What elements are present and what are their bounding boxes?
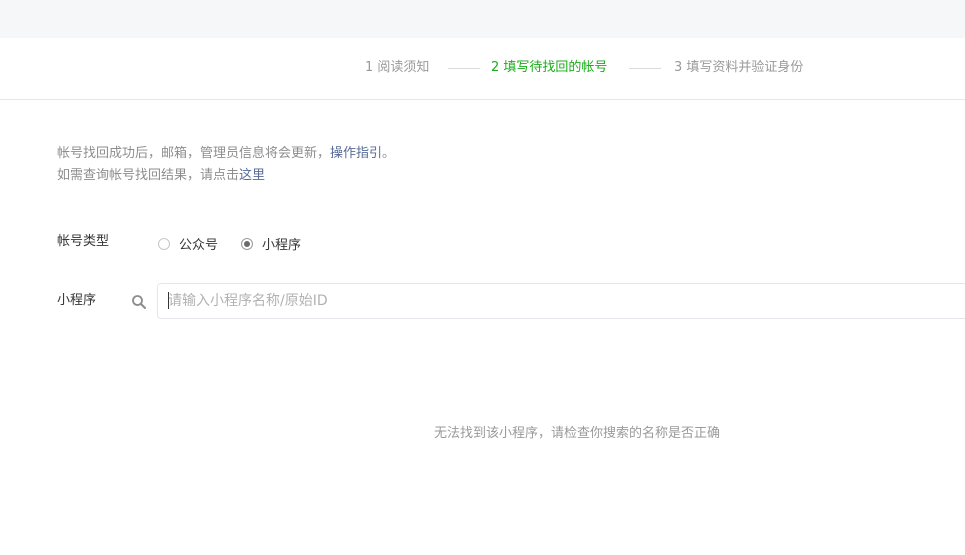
mini-program-search-input[interactable]: [157, 283, 965, 319]
step-read-notice: 1 阅读须知: [365, 60, 430, 75]
operation-guide-link[interactable]: 操作指引: [330, 146, 382, 161]
radio-official-account[interactable]: 公众号: [158, 234, 218, 253]
account-type-label: 帐号类型: [57, 234, 110, 249]
radio-label: 公众号: [179, 238, 219, 253]
steps-progress: 1 阅读须知 2 填写待找回的帐号 3 填写资料并验证身份: [0, 38, 965, 100]
empty-result-message: 无法找到该小程序，请检查你搜索的名称是否正确: [434, 426, 721, 441]
radio-circle[interactable]: [158, 237, 170, 250]
radio-circle-checked[interactable]: [241, 237, 253, 250]
step-divider: [448, 68, 480, 69]
notice-text: 帐号找回成功后，邮箱，管理员信息将会更新，操作指引。 如需查询帐号找回结果，请点…: [57, 143, 395, 187]
notice-line-2: 如需查询帐号找回结果，请点击这里: [57, 168, 266, 183]
notice-line-1: 帐号找回成功后，邮箱，管理员信息将会更新，操作指引。: [57, 146, 396, 161]
step-verify-identity: 3 填写资料并验证身份: [674, 60, 804, 75]
mini-program-label: 小程序: [57, 293, 97, 308]
step-divider: [629, 68, 661, 69]
search-icon[interactable]: [131, 294, 147, 310]
step-fill-account: 2 填写待找回的帐号: [491, 60, 608, 75]
radio-mini-program[interactable]: 小程序: [241, 234, 301, 253]
top-bar: [0, 0, 965, 38]
query-result-link[interactable]: 这里: [239, 168, 265, 183]
radio-label: 小程序: [262, 238, 302, 253]
text-caret: [168, 292, 169, 309]
